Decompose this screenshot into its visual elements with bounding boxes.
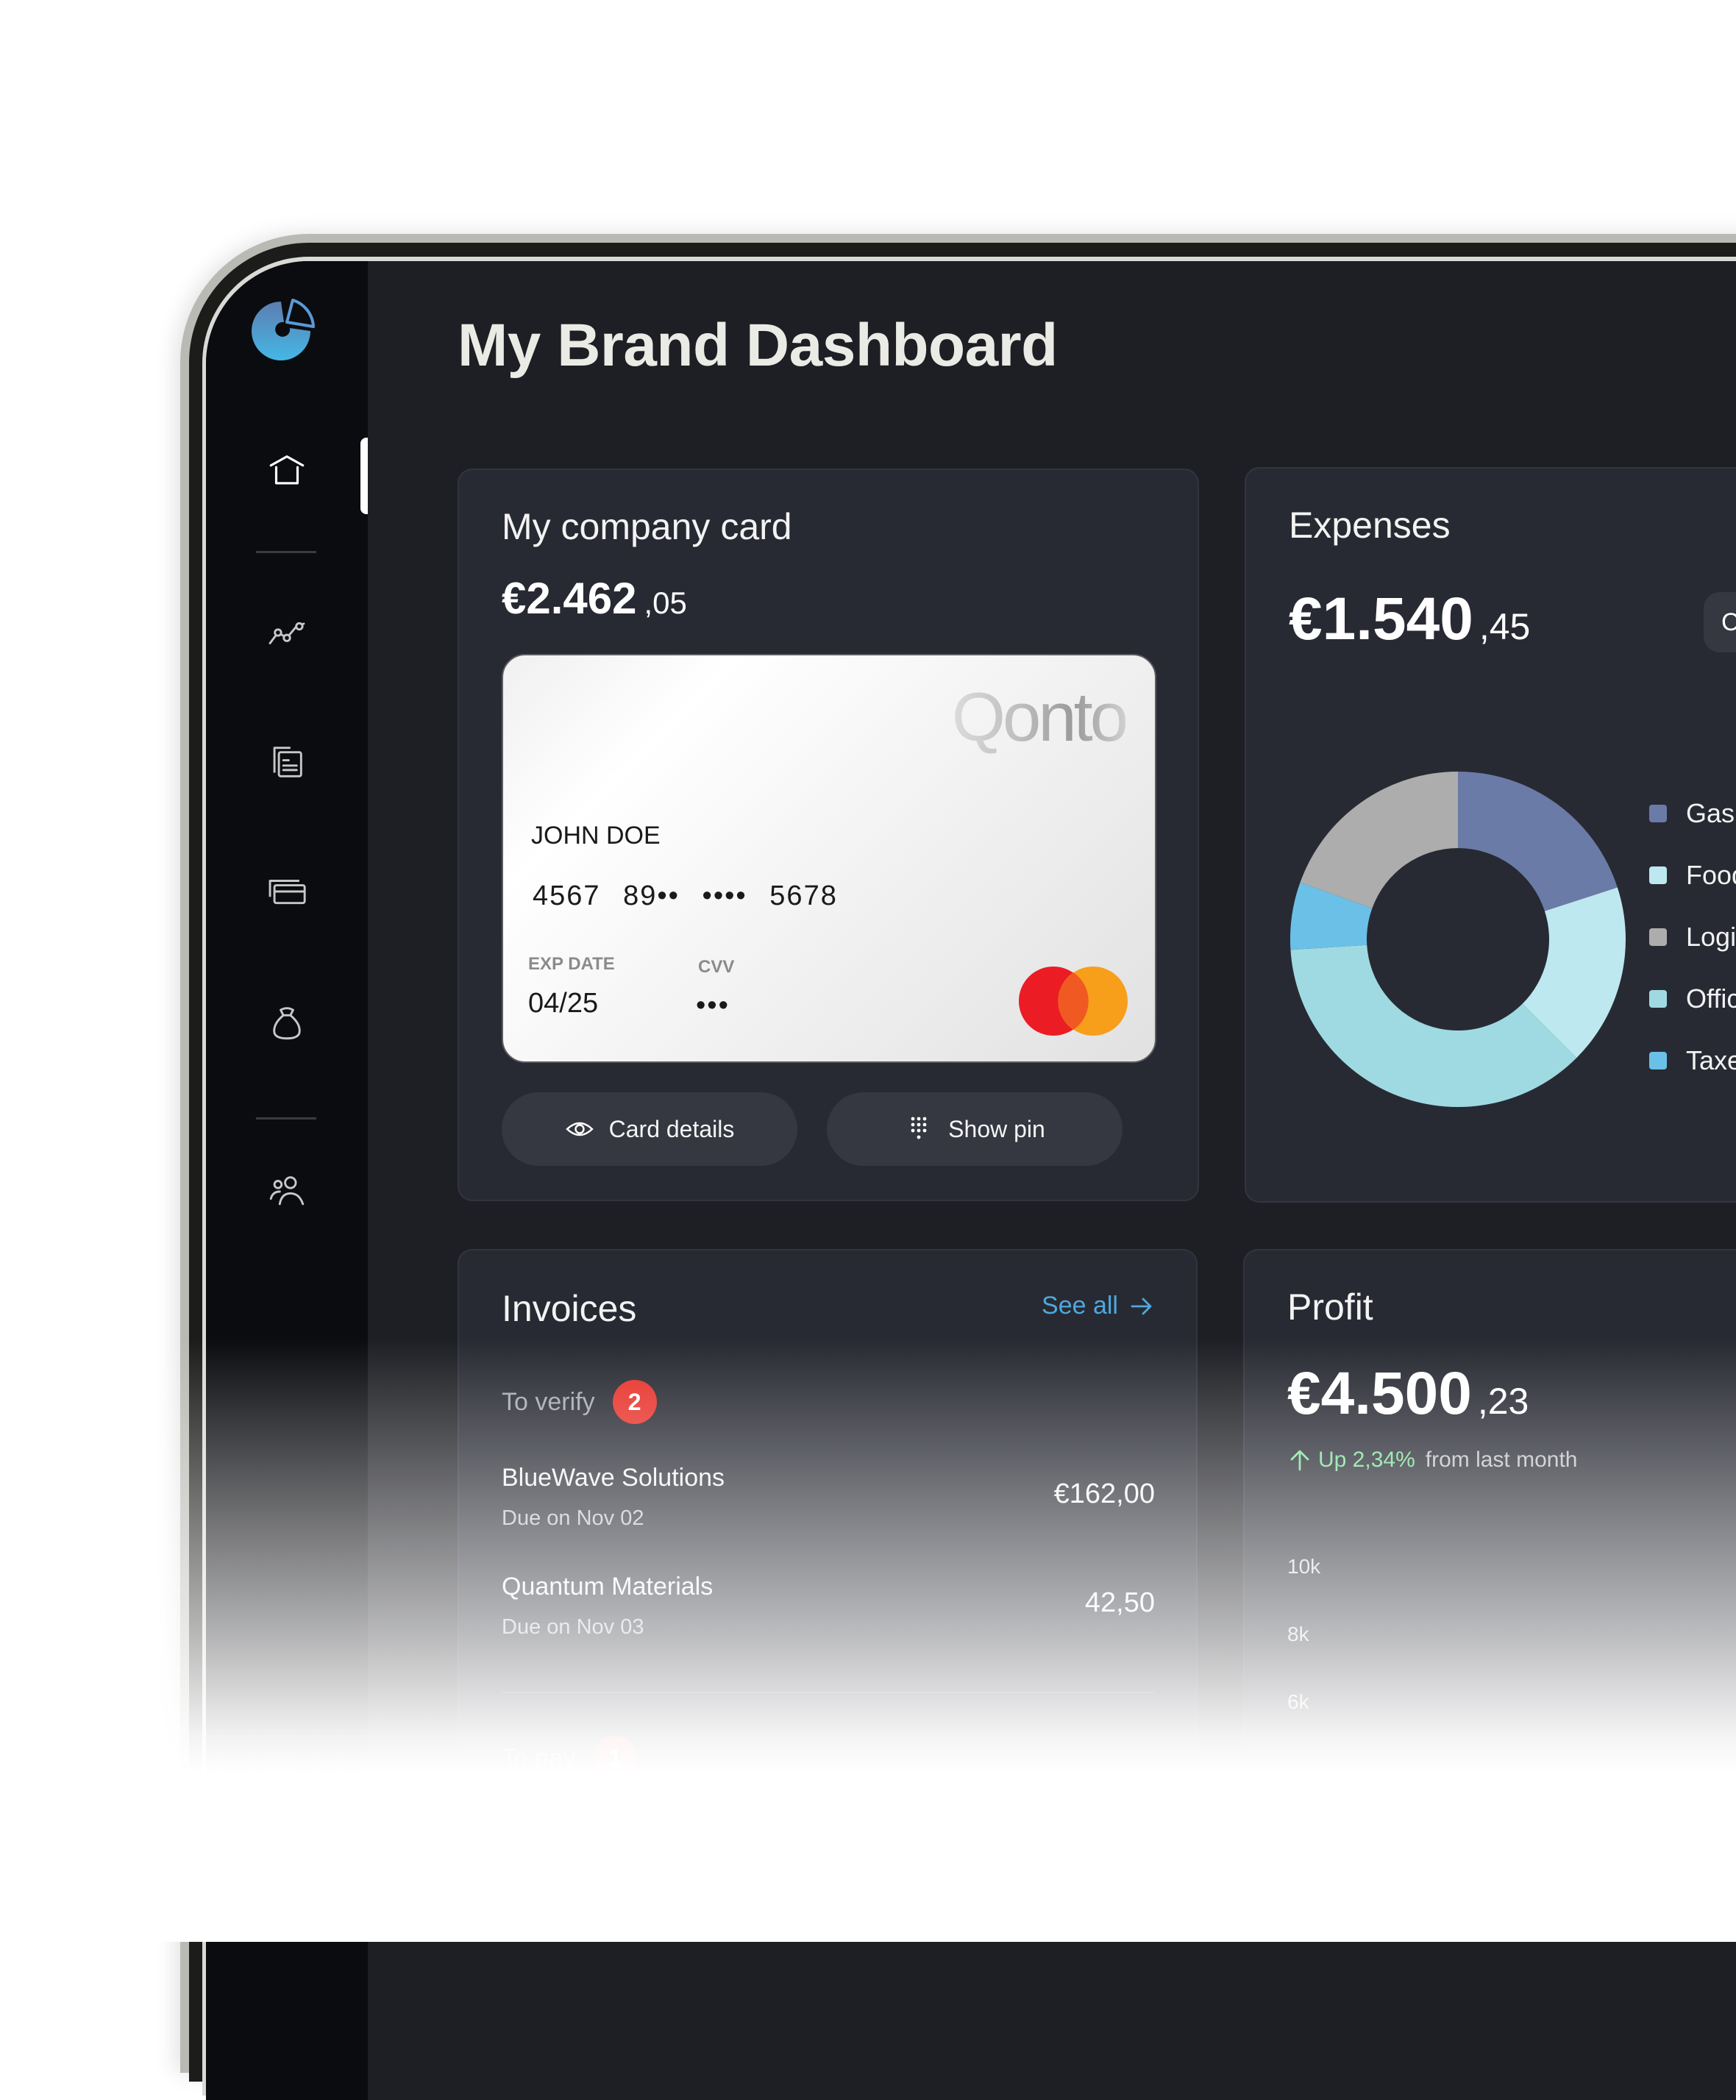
expenses-panel: Expenses €1.540,45 C Gas Food Logis Offic Ta… bbox=[1245, 467, 1736, 1203]
documents-icon bbox=[273, 747, 302, 777]
card-details-button[interactable]: Card details bbox=[502, 1092, 797, 1166]
sidebar-divider bbox=[256, 551, 316, 553]
legend-label: Food bbox=[1686, 860, 1736, 890]
legend-label: Offic bbox=[1686, 983, 1736, 1014]
legend-label: Gas bbox=[1686, 798, 1735, 828]
legend-swatch bbox=[1649, 1052, 1667, 1069]
y-tick-label: 6k bbox=[1287, 1690, 1309, 1713]
y-tick-label: 10k bbox=[1287, 1555, 1321, 1578]
sidebar-item-invoices[interactable] bbox=[244, 729, 330, 795]
card-balance-cents: ,05 bbox=[644, 585, 687, 620]
card-balance-main: €2.462 bbox=[502, 574, 637, 623]
company-card-panel: My company card €2.462,05 Qonto JOHN DOE… bbox=[458, 469, 1199, 1201]
expenses-donut-chart bbox=[1290, 772, 1626, 1107]
profit-total-main: €4.500 bbox=[1287, 1360, 1472, 1427]
eye-icon bbox=[565, 1122, 594, 1136]
expenses-total: €1.540,45 bbox=[1289, 585, 1530, 654]
invoice-vendor: BlueWave Solutions bbox=[502, 1464, 725, 1492]
main-content: My Brand Dashboard My company card €2.46… bbox=[368, 261, 1736, 2100]
invoice-vendor: Quantum Materials bbox=[502, 1573, 714, 1601]
legend-item[interactable]: Logis bbox=[1649, 922, 1736, 953]
trend-description: from last month bbox=[1425, 1448, 1578, 1472]
users-icon bbox=[269, 1176, 305, 1206]
keypad-icon bbox=[911, 1117, 927, 1139]
period-selector[interactable]: C bbox=[1704, 592, 1736, 652]
company-card-title: My company card bbox=[502, 506, 792, 547]
to-verify-section[interactable]: To verify 2 bbox=[502, 1380, 657, 1424]
invoice-row[interactable]: Quantum Materials Due on Nov 03 42,50 bbox=[502, 1573, 1155, 1661]
sidebar-item-analytics[interactable] bbox=[244, 599, 330, 666]
page-title: My Brand Dashboard bbox=[458, 312, 1058, 379]
line-chart-icon bbox=[268, 622, 305, 644]
to-verify-count-badge: 2 bbox=[612, 1380, 657, 1424]
show-pin-button[interactable]: Show pin bbox=[827, 1092, 1123, 1166]
exp-date-value: 04/25 bbox=[528, 988, 599, 1019]
expenses-total-cents: ,45 bbox=[1479, 606, 1531, 647]
profit-total-cents: ,23 bbox=[1477, 1381, 1529, 1422]
app-screen: My Brand Dashboard My company card €2.46… bbox=[206, 261, 1736, 2100]
arrow-right-icon bbox=[1131, 1298, 1152, 1314]
to-pay-count-badge: 1 bbox=[593, 1736, 638, 1780]
card-number: 4567 89•• •••• 5678 bbox=[533, 880, 838, 911]
trend-value: Up 2,34% bbox=[1318, 1448, 1415, 1472]
cards-icon bbox=[268, 880, 306, 905]
invoice-amount: 42,50 bbox=[1084, 1587, 1155, 1618]
invoice-row[interactable]: BlueWave Solutions Due on Nov 02 €162,00 bbox=[502, 1464, 1155, 1552]
see-all-link[interactable]: See all bbox=[1042, 1292, 1155, 1320]
sidebar-item-cards[interactable] bbox=[244, 858, 330, 925]
y-tick-label: 8k bbox=[1287, 1623, 1309, 1645]
credit-card[interactable]: Qonto JOHN DOE 4567 89•• •••• 5678 EXP D… bbox=[502, 654, 1156, 1063]
to-pay-label: To pay bbox=[502, 1743, 576, 1772]
donut-slice-office[interactable] bbox=[1290, 944, 1577, 1107]
home-icon bbox=[269, 455, 305, 485]
card-details-label: Card details bbox=[608, 1115, 735, 1142]
legend-item[interactable]: Offic bbox=[1649, 983, 1736, 1014]
legend-swatch bbox=[1649, 805, 1667, 822]
sidebar bbox=[206, 261, 368, 2100]
sidebar-divider bbox=[256, 1117, 316, 1120]
legend-item[interactable]: Taxe bbox=[1649, 1045, 1736, 1076]
sidebar-item-team[interactable] bbox=[244, 1158, 330, 1225]
profit-panel: Profit €4.500,23 Up 2,34% from last mont… bbox=[1243, 1249, 1736, 1911]
card-balance: €2.462,05 bbox=[502, 573, 687, 624]
profit-trend: Up 2,34% from last month bbox=[1287, 1448, 1577, 1473]
sidebar-item-home[interactable] bbox=[244, 438, 330, 504]
invoice-divider bbox=[502, 1692, 1155, 1693]
mastercard-icon bbox=[1019, 967, 1128, 1036]
show-pin-label: Show pin bbox=[948, 1115, 1045, 1142]
profit-title: Profit bbox=[1287, 1286, 1373, 1328]
cvv-value: ••• bbox=[696, 990, 730, 1021]
card-brand-logo: Qonto bbox=[951, 678, 1128, 755]
arrow-up-icon bbox=[1290, 1450, 1309, 1471]
invoice-due-date: Due on Nov 02 bbox=[502, 1506, 644, 1530]
invoice-due-date: Due on Nov 03 bbox=[502, 1615, 644, 1639]
exp-date-label: EXP DATE bbox=[528, 954, 615, 974]
legend-label: Taxe bbox=[1686, 1045, 1736, 1075]
legend-swatch bbox=[1649, 990, 1667, 1008]
expenses-title: Expenses bbox=[1289, 505, 1451, 546]
legend-swatch bbox=[1649, 928, 1667, 946]
invoices-title: Invoices bbox=[502, 1288, 637, 1329]
donut-slice-gas[interactable] bbox=[1458, 772, 1618, 911]
legend-item[interactable]: Food bbox=[1649, 860, 1736, 891]
card-holder-name: JOHN DOE bbox=[531, 822, 661, 850]
cvv-label: CVV bbox=[698, 957, 735, 977]
pie-logo-icon bbox=[252, 299, 315, 360]
brand-logo[interactable] bbox=[252, 294, 325, 368]
see-all-label: See all bbox=[1042, 1292, 1118, 1320]
invoices-panel: Invoices See all To verify 2 BlueWave So… bbox=[458, 1249, 1198, 1911]
to-verify-label: To verify bbox=[502, 1387, 595, 1416]
legend-label: Logis bbox=[1686, 922, 1736, 952]
legend-swatch bbox=[1649, 866, 1667, 884]
sidebar-item-savings[interactable] bbox=[244, 989, 330, 1056]
money-bag-icon bbox=[273, 1007, 301, 1040]
legend-item[interactable]: Gas bbox=[1649, 798, 1735, 829]
to-pay-section[interactable]: To pay 1 bbox=[502, 1736, 638, 1780]
expenses-total-main: €1.540 bbox=[1289, 585, 1473, 652]
active-indicator bbox=[360, 438, 368, 514]
invoice-amount: €162,00 bbox=[1053, 1478, 1155, 1509]
profit-total: €4.500,23 bbox=[1287, 1359, 1529, 1428]
donut-slice-logistics[interactable] bbox=[1300, 772, 1458, 908]
